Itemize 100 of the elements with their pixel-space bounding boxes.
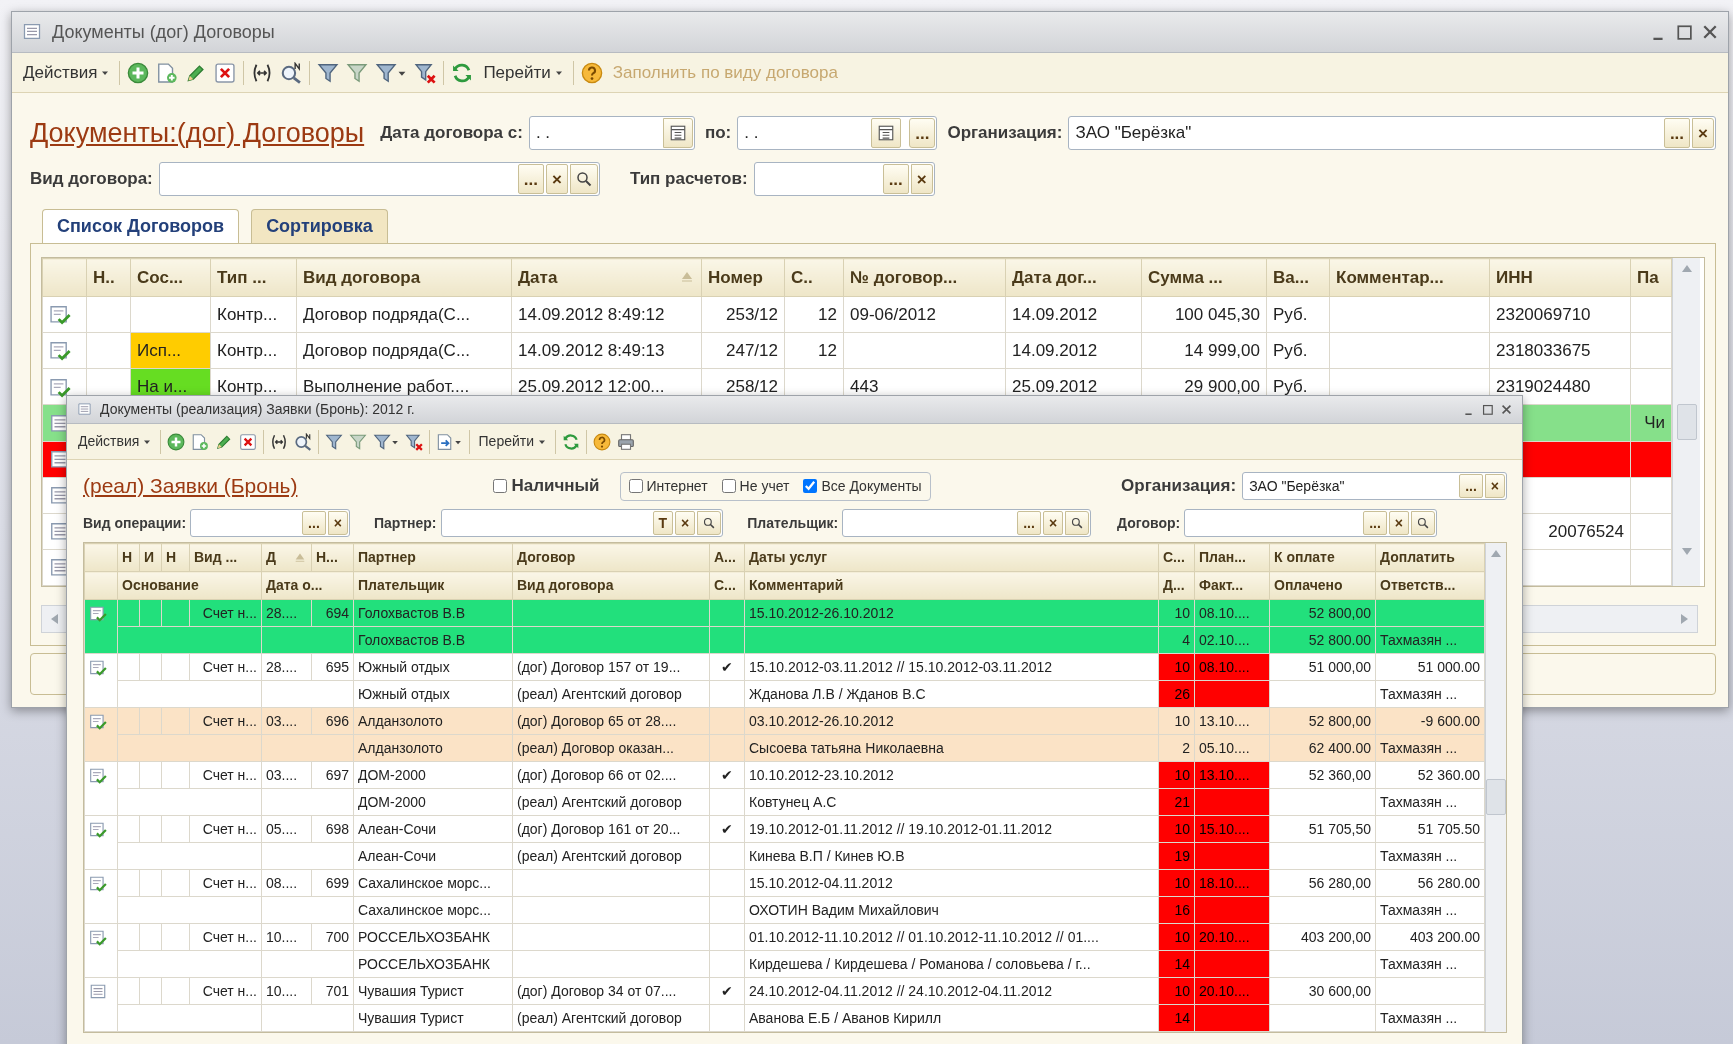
column-header[interactable]: Оплачено bbox=[1269, 571, 1376, 600]
goto-menu[interactable]: Перейти bbox=[475, 429, 549, 454]
actions-menu[interactable]: Действия bbox=[20, 57, 113, 88]
checkbox[interactable] bbox=[628, 479, 643, 493]
column-header[interactable]: Ответств... bbox=[1375, 571, 1485, 600]
checkbox[interactable] bbox=[493, 479, 508, 493]
filter-list-icon[interactable] bbox=[349, 432, 368, 451]
heading-link[interactable]: (реал) Заявки (Бронь) bbox=[83, 470, 298, 502]
column-header[interactable]: К оплате bbox=[1269, 543, 1376, 572]
field-button[interactable]: ... bbox=[1017, 511, 1041, 535]
field-button[interactable]: × bbox=[675, 511, 696, 535]
filter-dropdown-icon[interactable] bbox=[373, 432, 400, 451]
input-field[interactable]: ЗАО "Берёзка" ... × bbox=[1242, 472, 1507, 500]
field-button[interactable]: × bbox=[327, 511, 348, 535]
column-header[interactable]: И bbox=[139, 543, 162, 572]
column-header[interactable]: Ва... bbox=[1266, 258, 1330, 297]
column-header[interactable]: Комментар... bbox=[1329, 258, 1490, 297]
filter-clear-icon[interactable] bbox=[414, 61, 437, 84]
printer-icon[interactable] bbox=[617, 432, 635, 451]
calendar-button[interactable] bbox=[662, 118, 693, 148]
copy-icon[interactable] bbox=[156, 61, 179, 84]
maximize-icon[interactable] bbox=[1676, 24, 1692, 40]
search-button[interactable] bbox=[1065, 511, 1090, 535]
column-header[interactable]: Вид договора bbox=[512, 571, 710, 600]
export-dropdown-icon[interactable] bbox=[436, 432, 463, 451]
field-button[interactable]: × bbox=[545, 164, 568, 194]
filter-icon[interactable] bbox=[325, 432, 344, 451]
close-icon[interactable] bbox=[1702, 24, 1718, 40]
help-icon[interactable] bbox=[593, 432, 611, 451]
column-header[interactable]: Н... bbox=[311, 543, 354, 572]
refresh-icon[interactable] bbox=[451, 61, 474, 84]
heading-link[interactable]: Документы:(дог) Договоры bbox=[30, 112, 365, 154]
date-field[interactable]: . . bbox=[528, 116, 695, 150]
input-field[interactable]: ... × bbox=[842, 509, 1092, 537]
column-header[interactable]: Дата bbox=[511, 258, 702, 297]
column-header[interactable]: Н bbox=[161, 543, 190, 572]
column-header[interactable]: Номер bbox=[701, 258, 785, 297]
column-header[interactable]: Д bbox=[261, 543, 312, 572]
filter-list-icon[interactable] bbox=[346, 61, 369, 84]
column-header[interactable]: Даты услуг bbox=[744, 543, 1159, 572]
input-field[interactable]: T × bbox=[440, 509, 724, 537]
search-button[interactable] bbox=[697, 511, 722, 535]
column-header[interactable]: Дата о... bbox=[261, 571, 354, 600]
close-icon[interactable] bbox=[1501, 404, 1512, 415]
date-field[interactable]: . . ... bbox=[737, 116, 938, 150]
copy-icon[interactable] bbox=[191, 432, 210, 451]
filter-clear-icon[interactable] bbox=[405, 432, 424, 451]
scrollbar[interactable] bbox=[1672, 258, 1700, 586]
text-input[interactable]: . . bbox=[739, 118, 870, 148]
filter-icon[interactable] bbox=[317, 61, 340, 84]
field-button[interactable]: × bbox=[1388, 511, 1410, 535]
column-header[interactable]: План... bbox=[1194, 543, 1270, 572]
column-header[interactable]: Вид ... bbox=[189, 543, 262, 572]
field-button[interactable]: ... bbox=[302, 511, 326, 535]
column-header[interactable]: Факт... bbox=[1194, 571, 1270, 600]
checkbox[interactable] bbox=[803, 479, 818, 493]
column-header[interactable]: Сос... bbox=[130, 258, 211, 297]
column-header[interactable]: Партнер bbox=[353, 543, 513, 572]
column-header[interactable]: Доплатить bbox=[1375, 543, 1485, 572]
field-button[interactable]: ... bbox=[517, 164, 544, 194]
column-header[interactable]: Па bbox=[1630, 258, 1672, 297]
input-field[interactable]: ... × bbox=[753, 162, 935, 196]
find-icon[interactable] bbox=[280, 61, 303, 84]
field-button[interactable]: × bbox=[1692, 118, 1714, 148]
refresh-icon[interactable] bbox=[562, 432, 580, 451]
column-header[interactable]: А... bbox=[709, 543, 745, 572]
field-button[interactable]: × bbox=[1484, 474, 1505, 498]
column-header[interactable]: Тип ... bbox=[210, 258, 297, 297]
field-button[interactable]: × bbox=[910, 164, 933, 194]
column-header[interactable]: ИНН bbox=[1489, 258, 1631, 297]
add-icon[interactable] bbox=[167, 432, 186, 451]
maximize-icon[interactable] bbox=[1482, 404, 1493, 415]
scrollbar[interactable] bbox=[1485, 543, 1506, 1032]
help-icon[interactable] bbox=[580, 61, 603, 84]
input-field[interactable]: ЗАО "Берёзка" ... × bbox=[1068, 116, 1716, 150]
field-button[interactable]: ... bbox=[909, 118, 936, 148]
actions-menu[interactable]: Действия bbox=[75, 429, 155, 454]
search-button[interactable] bbox=[569, 164, 598, 194]
column-header[interactable]: № договор... bbox=[843, 258, 1006, 297]
checkbox[interactable] bbox=[721, 479, 736, 493]
input-field[interactable]: ... × bbox=[158, 162, 600, 196]
field-button[interactable]: ... bbox=[882, 164, 909, 194]
column-header[interactable]: Сумма ... bbox=[1141, 258, 1267, 297]
scroll-thumb[interactable] bbox=[1676, 404, 1697, 440]
column-header[interactable]: С... bbox=[1158, 543, 1195, 572]
search-button[interactable] bbox=[1411, 511, 1436, 535]
column-header[interactable]: Дата дог... bbox=[1005, 258, 1142, 297]
column-header[interactable]: С.. bbox=[784, 258, 844, 297]
tab[interactable]: Сортировка bbox=[251, 209, 388, 243]
filter-dropdown-icon[interactable] bbox=[375, 61, 408, 84]
delete-icon[interactable] bbox=[214, 61, 237, 84]
column-header[interactable]: Договор bbox=[512, 543, 710, 572]
text-input[interactable]: ЗАО "Берёзка" bbox=[1244, 474, 1458, 498]
scroll-thumb[interactable] bbox=[1486, 779, 1506, 815]
tab[interactable]: Список Договоров bbox=[42, 209, 240, 243]
column-header[interactable]: Вид договора bbox=[296, 258, 512, 297]
field-button[interactable]: × bbox=[1042, 511, 1064, 535]
find-icon[interactable] bbox=[294, 432, 313, 451]
arrows-icon[interactable] bbox=[270, 432, 289, 451]
field-button[interactable]: ... bbox=[1459, 474, 1483, 498]
